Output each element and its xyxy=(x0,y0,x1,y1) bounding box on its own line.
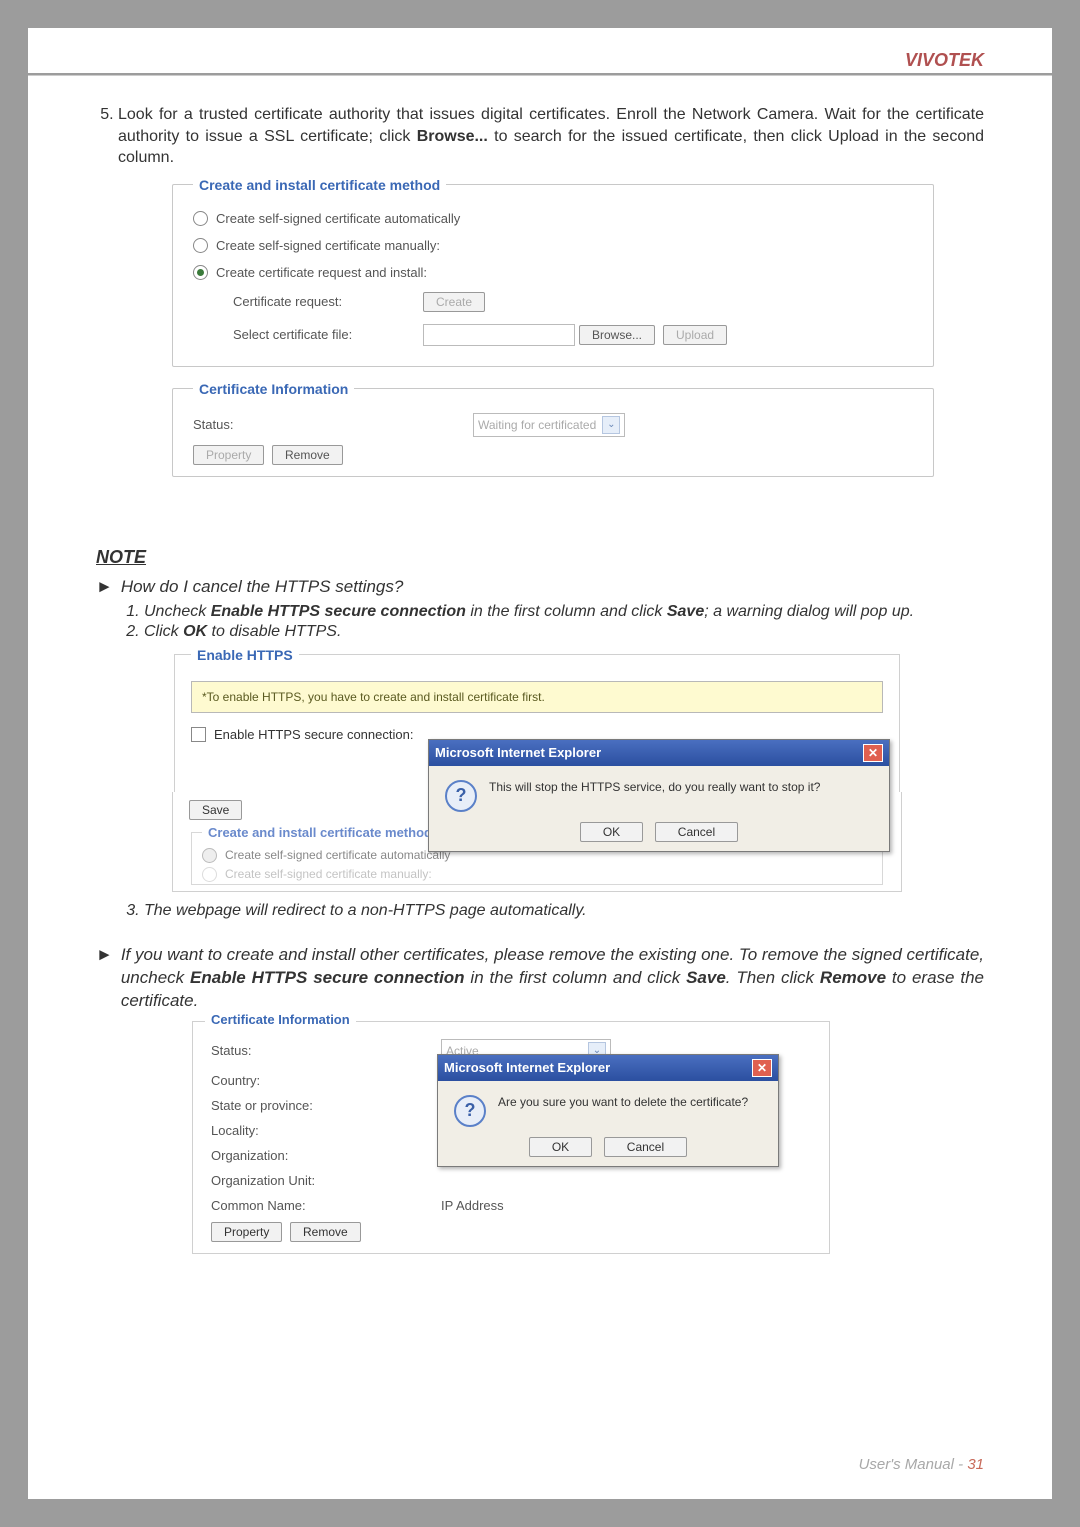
q1-step2: Click OK to disable HTTPS. xyxy=(144,623,984,641)
page-number: 31 xyxy=(967,1456,984,1473)
radio-icon[interactable] xyxy=(193,211,208,226)
cancel-button[interactable]: Cancel xyxy=(655,822,738,842)
close-icon[interactable]: ✕ xyxy=(863,744,883,762)
fs1-legend: Create and install certificate method xyxy=(193,177,446,193)
cert-info-box: Certificate Information Status: Waiting … xyxy=(172,381,934,477)
stop-https-dialog: Microsoft Internet Explorer ✕ ? This wil… xyxy=(428,739,890,852)
question-icon: ? xyxy=(454,1095,486,1127)
enable-https-checkbox[interactable] xyxy=(191,727,206,742)
ci-status-label: Status: xyxy=(211,1043,441,1058)
status-label: Status: xyxy=(193,417,473,432)
remove-button[interactable]: Remove xyxy=(290,1222,361,1242)
brand-header: VIVOTEK xyxy=(28,28,1052,73)
dialog-title: Microsoft Internet Explorer xyxy=(444,1060,610,1075)
browse-ref: Browse... xyxy=(417,128,488,145)
sc-opt1: Create self-signed certificate automatic… xyxy=(225,848,450,862)
enable-https-legend: Enable HTTPS xyxy=(191,647,299,663)
ci-locality-label: Locality: xyxy=(211,1123,441,1138)
dialog-title: Microsoft Internet Explorer xyxy=(435,745,601,760)
note-heading: NOTE xyxy=(96,547,984,568)
radio-icon[interactable] xyxy=(193,265,208,280)
ci-state-label: State or province: xyxy=(211,1098,441,1113)
radio-request[interactable]: Create certificate request and install: xyxy=(193,259,913,286)
create-install-method-box: Create and install certificate method Cr… xyxy=(172,177,934,367)
q1-step3: The webpage will redirect to a non-HTTPS… xyxy=(144,902,984,920)
question-2: If you want to create and install other … xyxy=(121,944,984,1013)
delete-cert-dialog: Microsoft Internet Explorer ✕ ? Are you … xyxy=(437,1054,779,1167)
remove-button[interactable]: Remove xyxy=(272,445,343,465)
dialog-message: Are you sure you want to delete the cert… xyxy=(498,1095,748,1109)
chevron-down-icon[interactable]: ⌄ xyxy=(602,416,620,434)
ci-legend: Certificate Information xyxy=(205,1012,356,1027)
radio-manual[interactable]: Create self-signed certificate manually: xyxy=(193,232,913,259)
radio-icon[interactable] xyxy=(193,238,208,253)
cert-request-label: Certificate request: xyxy=(233,294,423,309)
question-icon: ? xyxy=(445,780,477,812)
select-file-label: Select certificate file: xyxy=(233,327,423,342)
upload-button[interactable]: Upload xyxy=(663,325,727,345)
ci-orgunit-label: Organization Unit: xyxy=(211,1173,441,1188)
file-input[interactable] xyxy=(423,324,575,346)
q1-step1: Uncheck Enable HTTPS secure connection i… xyxy=(144,603,984,621)
status-select[interactable]: Waiting for certificated ⌄ xyxy=(473,413,625,437)
browse-button[interactable]: Browse... xyxy=(579,325,655,345)
ci-country-label: Country: xyxy=(211,1073,441,1088)
status-value: Waiting for certificated xyxy=(478,418,596,432)
ci-cn-value: IP Address xyxy=(441,1198,504,1213)
ok-button[interactable]: OK xyxy=(529,1137,592,1157)
save-button[interactable]: Save xyxy=(189,800,242,820)
page-footer: User's Manual - 31 xyxy=(859,1456,984,1473)
property-button[interactable]: Property xyxy=(211,1222,282,1242)
radio-auto-label: Create self-signed certificate automatic… xyxy=(216,211,460,226)
ok-button[interactable]: OK xyxy=(580,822,643,842)
triangle-icon: ► xyxy=(96,944,113,1013)
dialog-message: This will stop the HTTPS service, do you… xyxy=(489,780,820,794)
radio-auto[interactable]: Create self-signed certificate automatic… xyxy=(193,205,913,232)
fs2-legend: Certificate Information xyxy=(193,381,354,397)
ci-cn-label: Common Name: xyxy=(211,1198,441,1213)
close-icon[interactable]: ✕ xyxy=(752,1059,772,1077)
enable-https-label: Enable HTTPS secure connection: xyxy=(214,727,413,742)
sc-opt2: Create self-signed certificate manually: xyxy=(225,867,432,881)
radio-request-label: Create certificate request and install: xyxy=(216,265,427,280)
sc-method-legend: Create and install certificate method xyxy=(202,825,438,840)
notice-box: *To enable HTTPS, you have to create and… xyxy=(191,681,883,713)
cancel-button[interactable]: Cancel xyxy=(604,1137,687,1157)
ci-org-label: Organization: xyxy=(211,1148,441,1163)
radio-icon xyxy=(202,848,217,863)
radio-manual-label: Create self-signed certificate manually: xyxy=(216,238,440,253)
radio-icon xyxy=(202,867,217,882)
step-5: Look for a trusted certificate authority… xyxy=(118,104,984,169)
create-button[interactable]: Create xyxy=(423,292,485,312)
property-button[interactable]: Property xyxy=(193,445,264,465)
triangle-icon: ► xyxy=(96,576,113,599)
question-1: How do I cancel the HTTPS settings? xyxy=(121,576,404,599)
